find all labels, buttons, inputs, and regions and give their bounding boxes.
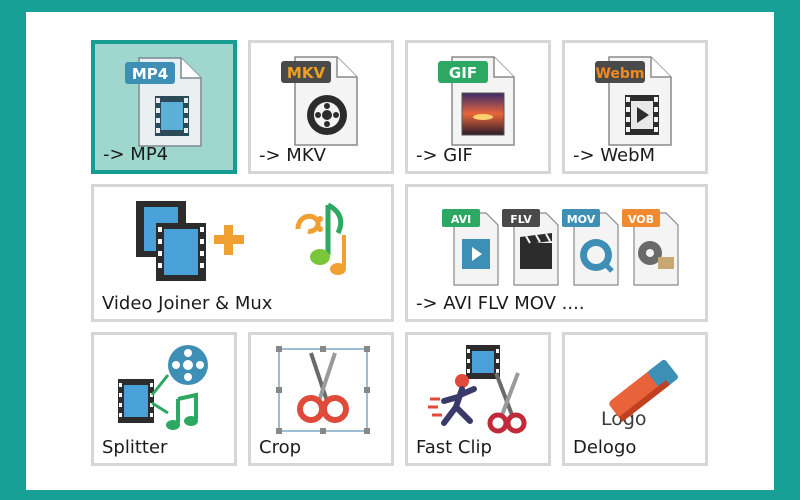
- tile-label: Delogo: [573, 437, 637, 458]
- tile-to-webm[interactable]: Webm -> WebM: [562, 40, 708, 174]
- tile-label: -> MP4: [103, 144, 169, 165]
- multi-format-icon: AVI FLV MOV VOB: [442, 209, 679, 286]
- eraser-icon: Logo: [601, 359, 678, 430]
- tile-to-mkv[interactable]: MKV -> MKV: [248, 40, 394, 174]
- tile-label: Splitter: [102, 437, 168, 458]
- tile-label: Video Joiner & Mux: [102, 293, 273, 314]
- tile-to-avi-flv-mov[interactable]: AVI FLV MOV VOB -> AVI FLV MOV ....: [405, 184, 708, 322]
- badge-gif: GIF: [449, 64, 477, 82]
- badge-mp4: MP4: [132, 65, 168, 83]
- tile-crop[interactable]: Crop: [248, 332, 394, 466]
- badge-avi: AVI: [451, 213, 471, 226]
- crop-scissors-icon: [276, 346, 370, 434]
- tool-grid-panel: MP4 -> MP4 MKV -> MKV GIF -> GIF Webm ->…: [26, 12, 774, 490]
- tile-label: -> AVI FLV MOV ....: [416, 293, 585, 314]
- mp4-file-icon: MP4: [125, 57, 202, 147]
- badge-vob: VOB: [628, 213, 654, 226]
- badge-flv: FLV: [510, 213, 532, 226]
- tile-fast-clip[interactable]: Fast Clip: [405, 332, 551, 466]
- film-join-icon: [136, 201, 244, 281]
- tile-label: Crop: [259, 437, 302, 458]
- badge-mov: MOV: [567, 213, 596, 226]
- tile-label: Fast Clip: [416, 437, 492, 458]
- music-note-icon: [295, 202, 346, 275]
- tile-label: -> MKV: [259, 145, 326, 166]
- splitter-icon: [118, 345, 208, 430]
- fast-clip-icon: [428, 345, 527, 434]
- tile-video-joiner-mux[interactable]: Video Joiner & Mux: [91, 184, 394, 322]
- badge-mkv: MKV: [287, 64, 326, 82]
- tile-splitter[interactable]: Splitter: [91, 332, 237, 466]
- gif-file-icon: GIF: [438, 56, 515, 146]
- webm-file-icon: Webm: [595, 56, 672, 146]
- tile-delogo[interactable]: Logo Delogo: [562, 332, 708, 466]
- tile-to-mp4[interactable]: MP4 -> MP4: [91, 40, 237, 174]
- tile-to-gif[interactable]: GIF -> GIF: [405, 40, 551, 174]
- tile-label: -> WebM: [573, 145, 656, 166]
- mkv-file-icon: MKV: [281, 56, 358, 146]
- badge-webm: Webm: [595, 66, 644, 82]
- tile-label: -> GIF: [416, 145, 473, 166]
